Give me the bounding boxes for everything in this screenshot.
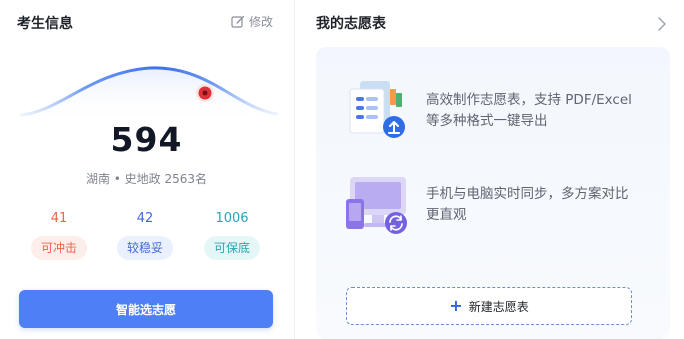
chevron-right-icon[interactable] (658, 16, 666, 35)
stat-backup-tag: 可保底 (204, 236, 260, 260)
score-meta: 湖南 • 史地政 2563名 (85, 172, 208, 186)
stat-reach-count: 41 (50, 211, 68, 226)
new-volunteer-table-button[interactable]: + 新建志愿表 (346, 287, 632, 325)
document-export-icon (346, 79, 412, 147)
smart-select-button[interactable]: 智能选志愿 (19, 290, 273, 328)
score-marker-icon (195, 83, 215, 107)
feature-sync-line2: 更直观 (426, 207, 467, 223)
stat-backup[interactable]: 1006 可保底 (200, 210, 264, 260)
score-distribution-curve (20, 66, 278, 124)
device-sync-icon (344, 173, 414, 243)
stat-safe[interactable]: 42 较稳妥 (113, 210, 177, 260)
feature-export-text: 高效制作志愿表，支持 PDF/Excel 等多种格式一键导出 (426, 90, 646, 132)
feature-export-line1: 高效制作志愿表，支持 PDF/Excel (426, 92, 632, 108)
panel-divider (294, 0, 295, 339)
stat-safe-tag: 较稳妥 (117, 236, 173, 260)
score-value: 594 (110, 120, 183, 159)
feature-export-line2: 等多种格式一键导出 (426, 113, 548, 129)
edit-label: 修改 (249, 15, 274, 29)
feature-sync-line1: 手机与电脑实时同步，多方案对比 (426, 186, 629, 202)
my-volunteer-table-panel: 我的志愿表 高效制作志愿表，支持 PDF/Excel 等多种格式一键导出 手机与… (296, 0, 684, 339)
new-volunteer-table-label: 新建志愿表 (468, 299, 529, 314)
features-card: 高效制作志愿表，支持 PDF/Excel 等多种格式一键导出 手机与电脑实时同步… (316, 47, 670, 339)
student-info-panel: 考生信息 修改 594 湖南 • 史地政 2563名 41 可冲击 42 较稳妥… (0, 0, 293, 339)
volunteer-table-title: 我的志愿表 (316, 16, 386, 32)
plus-icon: + (449, 296, 463, 315)
stat-backup-count: 1006 (215, 211, 249, 226)
stat-safe-count: 42 (136, 211, 154, 226)
feature-sync-text: 手机与电脑实时同步，多方案对比 更直观 (426, 184, 646, 226)
stat-reach[interactable]: 41 可冲击 (27, 210, 91, 260)
student-info-title: 考生信息 (17, 16, 73, 32)
stat-reach-tag: 可冲击 (31, 236, 87, 260)
edit-button[interactable]: 修改 (231, 13, 273, 30)
edit-icon (231, 15, 245, 29)
